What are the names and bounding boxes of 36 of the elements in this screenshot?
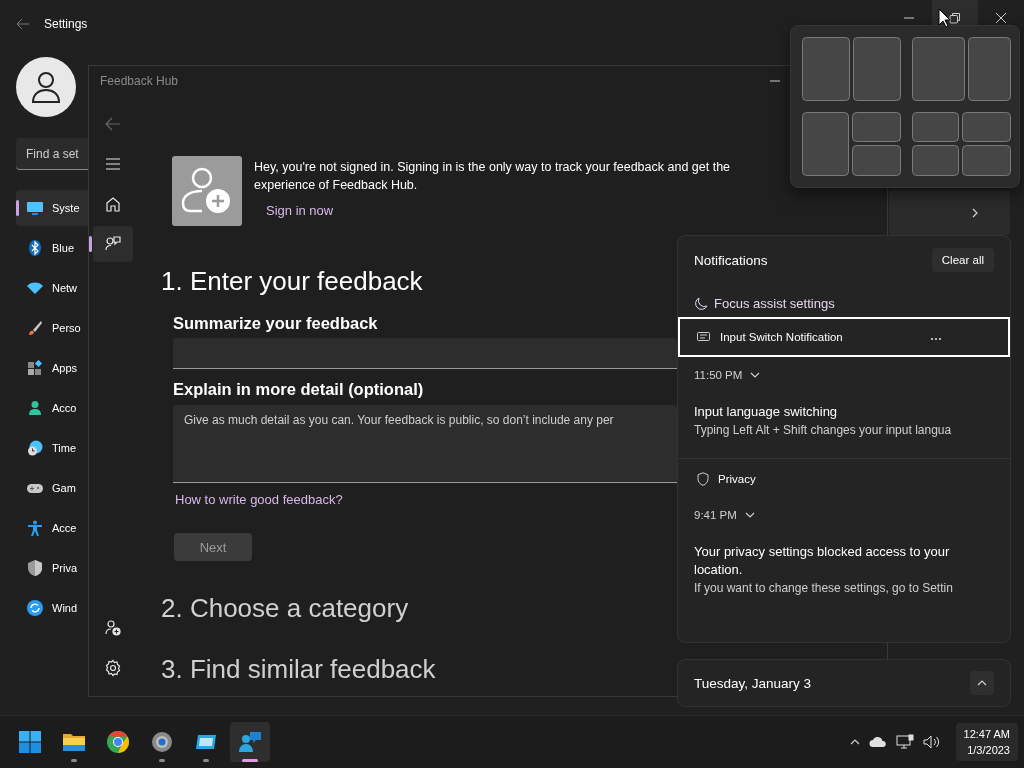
panel-title: Notifications — [694, 252, 768, 268]
focus-assist-link[interactable]: Focus assist settings — [694, 296, 835, 311]
notification-time: 9:41 PM — [694, 509, 737, 521]
clock[interactable]: 12:47 AM 1/3/2023 — [955, 723, 1018, 761]
sign-in-message: Hey, you're not signed in. Signing in is the only way to track your feedback and get the experience of Feedback Hub. — [254, 159, 732, 194]
field-label: Summarize your feedback — [173, 313, 378, 333]
nav-item[interactable]: Blue — [16, 230, 88, 266]
section-heading: 3. Find similar feedback — [161, 653, 436, 685]
notification-title: Input language switching — [694, 403, 839, 421]
nav-item[interactable]: Netw — [16, 270, 88, 306]
section-heading: 1. Enter your feedback — [161, 265, 423, 297]
notification-group-header[interactable]: Privacy — [678, 461, 1010, 497]
calendar-date: Tuesday, January 3 — [694, 675, 812, 691]
nav-item[interactable]: Apps — [16, 350, 88, 386]
nav-item[interactable]: Priva — [16, 550, 88, 586]
search-field[interactable]: Find a set — [16, 138, 88, 170]
window-title: Feedback Hub — [100, 74, 179, 88]
nav-item[interactable]: Acce — [16, 510, 88, 546]
nav-item[interactable]: Time — [16, 430, 88, 466]
clear-all-button[interactable]: Clear all — [931, 248, 994, 272]
notification-body: If you want to change these settings, go to Settin — [694, 580, 954, 597]
notification-time: 11:50 PM — [694, 369, 743, 381]
help-link[interactable]: How to write good feedback? — [175, 492, 343, 507]
field-label: Explain in more detail (optional) — [173, 379, 424, 399]
nav-item[interactable]: Syste — [16, 190, 88, 226]
nav-item[interactable]: Gam — [16, 470, 88, 506]
window-title: Settings — [44, 17, 88, 31]
nav-item[interactable]: Acco — [16, 390, 88, 426]
nav-item[interactable]: Perso — [16, 310, 88, 346]
sign-in-link[interactable]: Sign in now — [266, 203, 334, 218]
section-heading: 2. Choose a category — [161, 592, 409, 624]
notification-body: Typing Left Alt + Shift changes your input langua — [694, 422, 953, 439]
notification-title: Your privacy settings blocked access to your location. — [694, 543, 951, 579]
nav-item[interactable]: Wind — [16, 590, 88, 626]
notification-group-header[interactable]: Input Switch Notification — [678, 317, 1010, 357]
detail-field[interactable]: Give as much detail as you can. Your feedback is public, so don’t include any per — [173, 405, 677, 483]
